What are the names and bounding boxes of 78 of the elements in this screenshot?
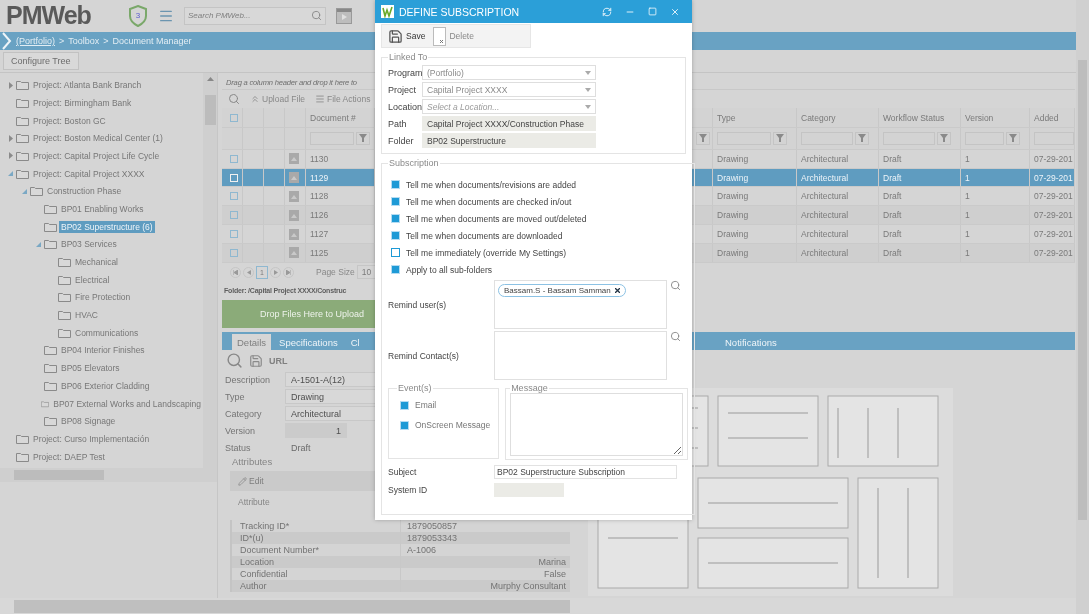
checkbox-label: OnScreen Message xyxy=(415,420,491,430)
checkbox-label: Email xyxy=(415,400,437,410)
section-legend: Subscription xyxy=(388,158,440,168)
table-cell: Draft xyxy=(883,210,902,221)
dialog-title: DEFINE SUBSCRIPTION xyxy=(399,5,521,18)
table-cell: Draft xyxy=(883,153,902,164)
table-cell-text: Document Number* xyxy=(239,544,321,557)
input-field: BP02 Superstructure xyxy=(422,133,596,148)
table-cell: 1 xyxy=(965,210,970,221)
table-cell-text: Confidential xyxy=(239,568,289,581)
table-cell: 1130 xyxy=(310,153,329,164)
table-cell: 1 xyxy=(965,229,970,240)
table-cell-text: ID*(u) xyxy=(239,532,265,545)
section-legend: Linked To xyxy=(388,52,429,62)
notification-count: 3 xyxy=(135,11,141,21)
section-legend: Message xyxy=(510,383,549,393)
field-label: Folder xyxy=(388,135,415,146)
field-label: Description xyxy=(224,374,272,385)
input-field: Capital Project XXXX/Construction Phase xyxy=(422,116,596,131)
field-label: Remind Contact(s) xyxy=(388,350,460,361)
table-cell: Drawing xyxy=(717,172,749,183)
field-label: Version xyxy=(224,425,257,436)
table-cell: Draft xyxy=(883,248,902,258)
checkbox-label: Tell me when documents/revisions are added xyxy=(406,179,577,190)
field-label: Type xyxy=(224,391,246,402)
table-cell: 1 xyxy=(965,172,970,183)
page-size-label: Page Size xyxy=(316,267,355,278)
table-cell: 1128 xyxy=(310,191,329,202)
logo: PMWeb xyxy=(6,1,92,31)
section-legend: Event(s) xyxy=(397,383,433,393)
table-cell: 1129 xyxy=(310,172,329,183)
table-cell: 07-29-201 xyxy=(1034,210,1073,221)
breadcrumb-separator: > xyxy=(59,36,65,47)
checkbox-label: Tell me when documents are moved out/deleted xyxy=(406,213,587,224)
table-cell: 07-29-201 xyxy=(1034,153,1073,164)
table-cell: Draft xyxy=(883,191,902,202)
section-title: Attributes xyxy=(231,456,274,470)
table-cell: Architectural xyxy=(801,153,849,164)
table-cell: 07-29-201 xyxy=(1034,191,1073,202)
table-cell: Architectural xyxy=(801,248,849,258)
table-cell: 07-29-201 xyxy=(1034,248,1073,258)
table-cell-text: Location xyxy=(239,556,276,569)
field-value: Draft xyxy=(290,441,312,455)
field-label: Category xyxy=(224,408,263,419)
checkbox-label: Apply to all sub-folders xyxy=(406,264,492,275)
table-cell: 07-29-201 xyxy=(1034,172,1073,183)
checkbox-label: Tell me immediately (override My Settings) xyxy=(406,247,567,258)
table-cell: Drawing xyxy=(717,191,749,202)
table-cell-text: Tracking ID* xyxy=(239,520,291,533)
table-cell: Drawing xyxy=(717,153,749,164)
checkbox-label: Tell me when documents are checked in/out xyxy=(406,196,572,207)
table-cell: 1 xyxy=(965,153,970,164)
breadcrumb-separator: > xyxy=(103,36,109,47)
table-cell: Drawing xyxy=(717,229,749,240)
table-cell: Architectural xyxy=(801,210,849,221)
field-label: Program xyxy=(388,67,422,78)
table-cell: Drawing xyxy=(717,248,749,258)
table-cell: 07-29-201 xyxy=(1034,229,1073,240)
table-cell: Drawing xyxy=(717,210,749,221)
table-cell: Murphy Consultant xyxy=(400,580,570,593)
field-label: Status xyxy=(224,442,252,453)
field-label: Subject xyxy=(388,467,418,477)
table-cell: Architectural xyxy=(801,172,849,183)
table-cell: 1126 xyxy=(310,210,329,221)
table-cell: Draft xyxy=(883,229,902,240)
table-cell: Draft xyxy=(883,172,902,183)
table-cell-text: Author xyxy=(239,580,268,593)
table-cell: 1 xyxy=(965,191,970,202)
table-cell: 1125 xyxy=(310,248,329,258)
table-cell: Architectural xyxy=(801,191,849,202)
field-label: Location xyxy=(388,101,422,112)
field-label: System ID xyxy=(388,485,429,495)
field-label: Path xyxy=(388,118,408,129)
checkbox-label: Tell me when documents are downloaded xyxy=(406,230,563,241)
table-cell: Architectural xyxy=(801,229,849,240)
table-cell: 1 xyxy=(965,248,970,258)
table-cell: 1127 xyxy=(310,229,329,240)
field-label: Project xyxy=(388,84,417,95)
